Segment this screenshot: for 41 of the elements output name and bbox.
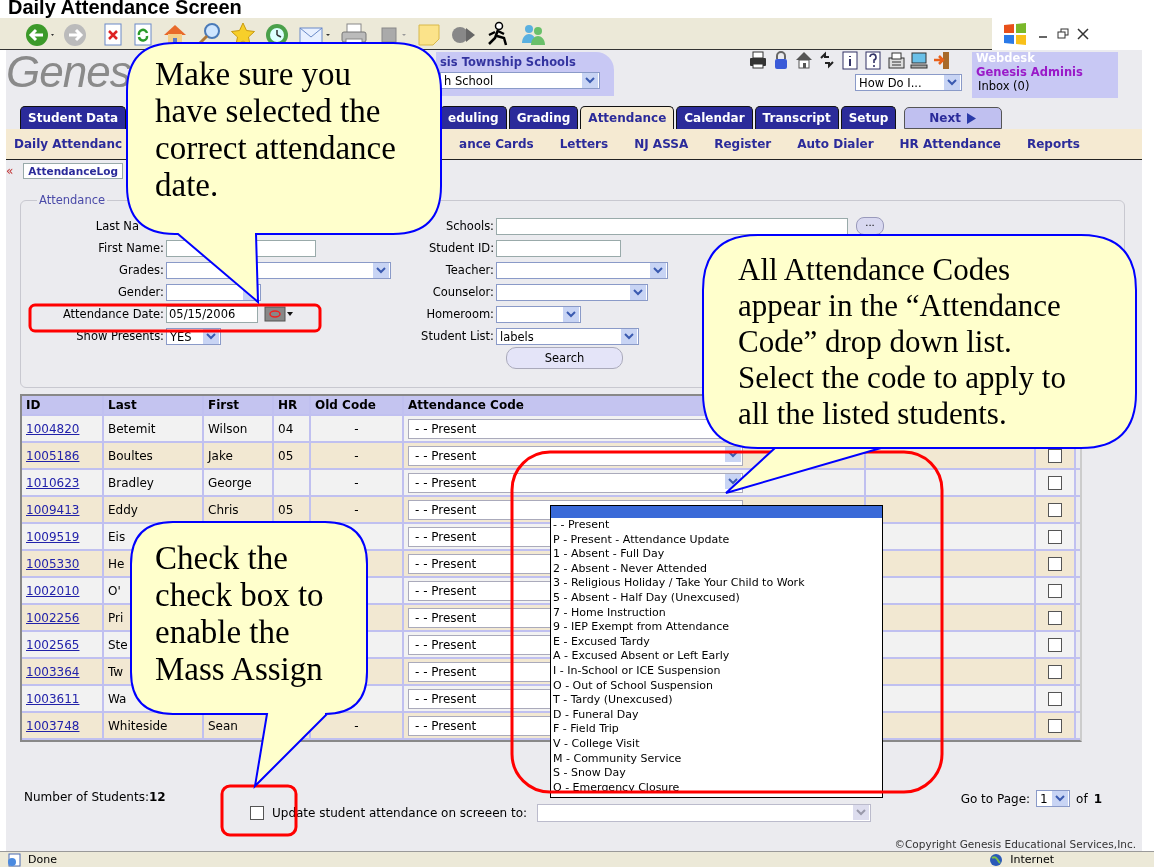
table-cell: Bradley [104, 470, 204, 495]
field-label: Student List: [420, 329, 494, 343]
table-cell: Jake [204, 443, 274, 468]
page-of-label: of [1076, 791, 1088, 806]
table-cell: Wilson [204, 416, 274, 441]
field-label: Counselor: [431, 285, 494, 299]
table-cell: - [311, 713, 404, 738]
table-cell: - [311, 497, 404, 522]
field-label: Schools: [444, 219, 494, 233]
slide-title: Daily Attendance Screen [7, 0, 243, 18]
field-label: First Name: [98, 241, 164, 255]
table-cell: 04 [274, 416, 311, 441]
logo: Genes [6, 52, 131, 92]
table-cell: 05 [274, 443, 311, 468]
field-label: Homeroom: [425, 307, 494, 321]
field-label: Gender: [117, 285, 164, 299]
panel-legend: Attendance [37, 193, 108, 207]
table-cell: 05 [274, 497, 311, 522]
page-label: Go to Page: [960, 791, 1031, 806]
table-cell: - [311, 416, 404, 441]
table-cell: - [311, 443, 404, 468]
district-name: sis Township Schools [440, 55, 577, 69]
page-total: 1 [1093, 791, 1102, 806]
zone-text: Internet [1010, 853, 1054, 866]
student-count: Number of Students:12 [24, 790, 166, 806]
table-cell: Boultes [104, 443, 204, 468]
field-label: Last Na [95, 219, 139, 233]
table-cell: - [311, 470, 404, 495]
field-label: Attendance Date: [62, 307, 164, 321]
field-label: Grades: [119, 263, 164, 277]
field-label: Student ID: [427, 241, 494, 255]
table-cell: George [204, 470, 274, 495]
table-cell: Eddy [104, 497, 204, 522]
callout-text: Make sure you have selected the correct attendance date. [155, 56, 397, 204]
table-cell: Betemit [104, 416, 204, 441]
status-text: Done [28, 853, 57, 866]
table-cell: Chris [204, 497, 274, 522]
table-cell: Whiteside [104, 713, 204, 738]
copyright-text: ©Copyright Genesis Educational Services,Inc. [894, 838, 1136, 850]
user-name: Genesis Adminis [976, 65, 1084, 79]
field-label: Teacher: [444, 263, 494, 277]
